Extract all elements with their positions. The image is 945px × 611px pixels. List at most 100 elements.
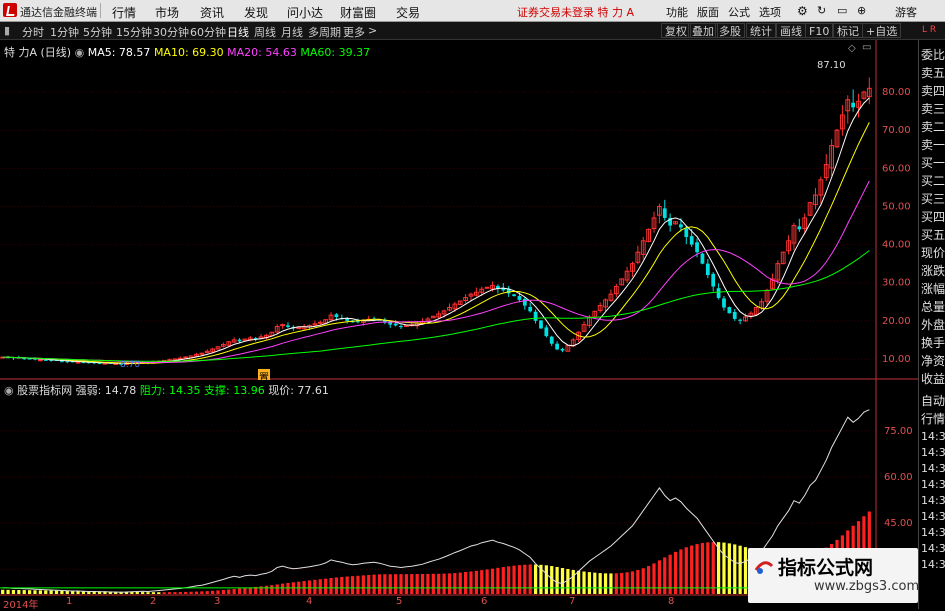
current-price-label: 现价: 77.61 bbox=[268, 384, 329, 397]
x-label-month: 4 bbox=[306, 596, 313, 607]
side-item-buy1: 买一 bbox=[921, 156, 945, 170]
chevron-right-icon[interactable]: > bbox=[368, 24, 377, 37]
tab-1min[interactable]: 1分钟 bbox=[50, 24, 79, 40]
tab-30min[interactable]: 30分钟 bbox=[153, 24, 189, 40]
ma20-label: MA20: 54.63 bbox=[227, 46, 297, 59]
refresh-icon[interactable]: ↻ bbox=[817, 4, 826, 17]
x-label-month: 1 bbox=[66, 596, 73, 607]
tick-time: 14:35 bbox=[921, 446, 945, 459]
login-alert[interactable]: 证券交易未登录 特 力 A bbox=[517, 4, 634, 20]
strength-label: 强弱: 14.78 bbox=[75, 384, 137, 397]
tab-daily[interactable]: 日线 bbox=[227, 24, 249, 40]
ma10-label: MA10: 69.30 bbox=[153, 46, 224, 59]
side-item-change-pct: 涨幅 bbox=[921, 282, 945, 296]
tab-more[interactable]: 更多 bbox=[343, 24, 365, 40]
candle-body bbox=[528, 306, 533, 312]
statistics-button[interactable]: 统计 bbox=[746, 23, 776, 38]
candle-body bbox=[296, 327, 302, 330]
diamond-icon[interactable]: ◇ bbox=[848, 43, 856, 54]
lock-icon[interactable]: ⊕ bbox=[857, 4, 866, 17]
candle-body bbox=[555, 343, 559, 350]
add-watchlist-button[interactable]: +自选 bbox=[862, 23, 902, 38]
x-label-month: 3 bbox=[214, 596, 221, 607]
candle-body bbox=[716, 288, 721, 298]
multi-stock-button[interactable]: 多股 bbox=[715, 23, 745, 38]
tab-monthly[interactable]: 月线 bbox=[281, 24, 303, 40]
candle-body bbox=[549, 336, 554, 344]
candle-body bbox=[399, 326, 403, 328]
list-icon[interactable]: ▮ bbox=[4, 24, 10, 37]
mark-button[interactable]: 标记 bbox=[833, 23, 863, 38]
y-tick-label: 45.00 bbox=[884, 518, 913, 529]
menu-trade[interactable]: 交易 bbox=[396, 4, 420, 21]
y-tick-label: 75.00 bbox=[884, 426, 913, 437]
tab-intraday[interactable]: 分时 bbox=[22, 24, 44, 40]
candle-body bbox=[539, 320, 543, 329]
menu-quotes[interactable]: 行情 bbox=[112, 4, 136, 21]
menu-wealth[interactable]: 财富圈 bbox=[340, 4, 376, 21]
restore-rights-button[interactable]: 复权 bbox=[661, 23, 691, 38]
menu-layout[interactable]: 版面 bbox=[697, 4, 719, 20]
settings-dot-icon[interactable]: ◉ bbox=[4, 384, 14, 397]
side-item-buy4: 买四 bbox=[921, 210, 945, 224]
support-label: 支撑: 13.96 bbox=[204, 384, 265, 397]
candle-body bbox=[851, 102, 856, 108]
settings-dot-icon[interactable]: ◉ bbox=[75, 46, 85, 59]
watermark-title: 指标公式网 bbox=[778, 557, 874, 579]
candle-body bbox=[711, 273, 716, 287]
y-tick-label: 10.00 bbox=[882, 354, 911, 365]
overlay-button[interactable]: 叠加 bbox=[688, 23, 718, 38]
candle-body bbox=[517, 296, 522, 300]
candle-body bbox=[356, 321, 360, 323]
tab-weekly[interactable]: 周线 bbox=[254, 24, 276, 40]
candle-body bbox=[280, 324, 285, 327]
candle-body bbox=[522, 298, 527, 306]
tick-time: 14:35 bbox=[921, 462, 945, 475]
candle-body bbox=[43, 359, 48, 361]
menu-function[interactable]: 功能 bbox=[666, 4, 688, 20]
stock-title: 特 力A (日线) bbox=[4, 46, 72, 59]
y-tick-label: 60.00 bbox=[884, 472, 913, 483]
tick-time: 14:35 bbox=[921, 558, 945, 571]
candle-body bbox=[727, 307, 732, 314]
price-chart[interactable]: 10.00 20.00 30.00 40.00 50.00 60.00 70.00 80.00 bbox=[0, 40, 918, 380]
side-item-sell4: 卖四 bbox=[921, 84, 945, 98]
minimize-to-tray-icon[interactable]: ▭ bbox=[837, 4, 847, 17]
period-toolbar: ▮ 分时 1分钟 5分钟 15分钟 30分钟 60分钟 日线 周线 月线 多周期… bbox=[0, 22, 945, 40]
candle-body bbox=[544, 327, 549, 337]
side-item-outer: 外盘 bbox=[921, 318, 945, 332]
gear-icon[interactable]: ⚙ bbox=[797, 4, 808, 18]
y-tick-label: 70.00 bbox=[882, 125, 911, 136]
tab-multi-period[interactable]: 多周期 bbox=[308, 24, 341, 40]
candle-body bbox=[334, 314, 339, 318]
expand-icon[interactable]: ▭ bbox=[862, 42, 871, 53]
app-logo-icon bbox=[3, 3, 17, 17]
tab-60min[interactable]: 60分钟 bbox=[190, 24, 226, 40]
menu-discover[interactable]: 发现 bbox=[244, 4, 268, 21]
side-item-net-asset: 净资 bbox=[921, 354, 945, 368]
x-label-month: 5 bbox=[396, 596, 403, 607]
menu-market[interactable]: 市场 bbox=[155, 4, 179, 21]
menu-wenxiaoda[interactable]: 问小达 bbox=[287, 4, 323, 21]
menu-options[interactable]: 选项 bbox=[759, 4, 781, 20]
f10-button[interactable]: F10 bbox=[805, 23, 834, 38]
side-item-buy2: 买二 bbox=[921, 174, 945, 188]
x-label-month: 2 bbox=[150, 596, 157, 607]
candle-body bbox=[37, 359, 43, 362]
tab-5min[interactable]: 5分钟 bbox=[83, 24, 112, 40]
side-item-buy3: 买三 bbox=[921, 192, 945, 206]
candle-body bbox=[393, 323, 398, 326]
draw-line-button[interactable]: 画线 bbox=[776, 23, 806, 38]
side-item-price: 现价 bbox=[921, 246, 945, 260]
menu-news[interactable]: 资讯 bbox=[200, 4, 224, 21]
side-item-buy5: 买五 bbox=[921, 228, 945, 242]
y-tick-label: 20.00 bbox=[882, 316, 911, 327]
menu-formula[interactable]: 公式 bbox=[728, 4, 750, 20]
guest-label[interactable]: 游客 bbox=[895, 4, 917, 20]
side-item-quotes[interactable]: 行情 bbox=[921, 410, 945, 427]
side-item-turnover: 换手 bbox=[921, 336, 945, 350]
candle-body bbox=[797, 226, 802, 230]
tick-time: 14:35 bbox=[921, 494, 945, 507]
tab-15min[interactable]: 15分钟 bbox=[116, 24, 152, 40]
side-item-auto[interactable]: 自动 bbox=[921, 392, 945, 409]
